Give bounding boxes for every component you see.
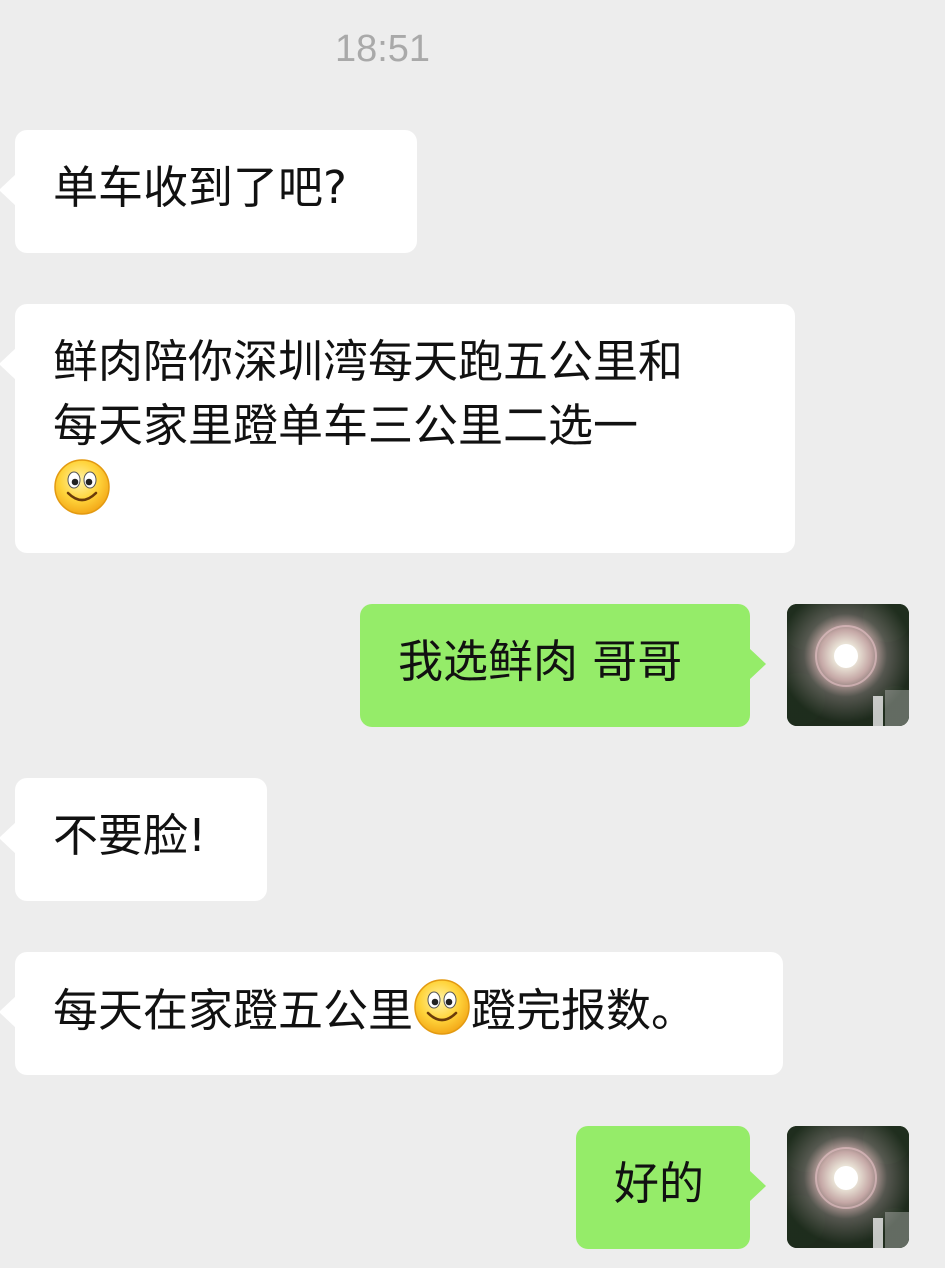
message-bubble-outgoing[interactable]: 好的 bbox=[576, 1126, 766, 1249]
message-text: 蹬完报数。 bbox=[471, 984, 697, 1037]
message-bubble-incoming[interactable]: 单车收到了吧? bbox=[0, 130, 417, 253]
message-text: 单车收到了吧? bbox=[53, 161, 347, 214]
message-bubble-incoming[interactable]: 每天在家蹬五公里 蹬完报数。 bbox=[0, 952, 783, 1075]
message-bubble-incoming[interactable]: 鲜肉陪你深圳湾每天跑五公里和 每天家里蹬单车三公里二选一 bbox=[0, 304, 795, 553]
message-text: 我选鲜肉 哥哥 bbox=[398, 635, 683, 688]
user-avatar[interactable] bbox=[787, 1126, 909, 1248]
message-timestamp: 18:51 bbox=[334, 28, 431, 70]
message-text-line: 每天家里蹬单车三公里二选一 bbox=[53, 399, 639, 452]
message-bubble-outgoing[interactable]: 我选鲜肉 哥哥 bbox=[360, 604, 766, 727]
smile-emoji-icon bbox=[413, 978, 471, 1036]
message-bubble-incoming[interactable]: 不要脸! bbox=[0, 778, 267, 901]
message-text-line: 鲜肉陪你深圳湾每天跑五公里和 bbox=[53, 335, 684, 388]
message-text: 每天在家蹬五公里 bbox=[53, 984, 414, 1037]
message-text: 不要脸! bbox=[53, 809, 207, 862]
smile-emoji-icon bbox=[53, 458, 111, 516]
user-avatar[interactable] bbox=[787, 604, 909, 726]
message-text: 好的 bbox=[614, 1157, 705, 1210]
